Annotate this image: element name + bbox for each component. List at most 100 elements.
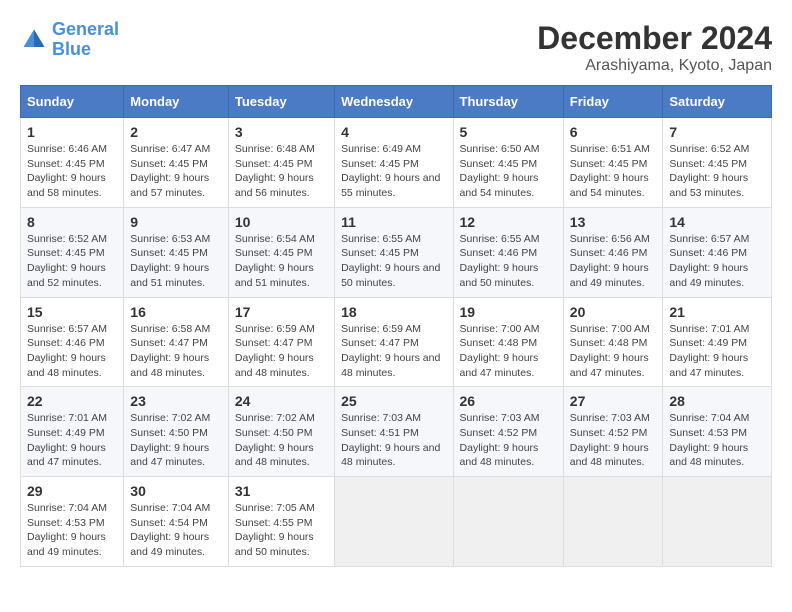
title-area: December 2024 Arashiyama, Kyoto, Japan	[537, 20, 772, 75]
calendar-cell: 21Sunrise: 7:01 AMSunset: 4:49 PMDayligh…	[663, 297, 772, 387]
day-number: 25	[341, 393, 446, 409]
day-number: 14	[669, 214, 765, 230]
calendar-cell: 25 Sunrise: 7:03 AMSunset: 4:51 PMDayligh…	[335, 387, 453, 477]
day-info: Sunrise: 7:02 AMSunset: 4:50 PMDaylight:…	[130, 411, 222, 470]
calendar-cell	[335, 477, 453, 567]
calendar-cell	[663, 477, 772, 567]
calendar-cell: 3 Sunrise: 6:48 AMSunset: 4:45 PMDaylight…	[228, 118, 334, 208]
logo-icon	[20, 26, 48, 54]
calendar-week-row: 15 Sunrise: 6:57 AMSunset: 4:46 PMDayligh…	[21, 297, 772, 387]
calendar-header-row: SundayMondayTuesdayWednesdayThursdayFrid…	[21, 86, 772, 118]
day-number: 2	[130, 124, 222, 140]
calendar-cell: 20 Sunrise: 7:00 AMSunset: 4:48 PMDayligh…	[563, 297, 663, 387]
header-monday: Monday	[124, 86, 229, 118]
day-number: 24	[235, 393, 328, 409]
day-number: 5	[460, 124, 557, 140]
day-number: 11	[341, 214, 446, 230]
day-number: 18	[341, 304, 446, 320]
calendar-cell: 11 Sunrise: 6:55 AMSunset: 4:45 PMDayligh…	[335, 207, 453, 297]
day-number: 7	[669, 124, 765, 140]
page-header: General Blue December 2024 Arashiyama, K…	[20, 20, 772, 75]
calendar-cell: 8 Sunrise: 6:52 AMSunset: 4:45 PMDaylight…	[21, 207, 124, 297]
day-info: Sunrise: 7:05 AMSunset: 4:55 PMDaylight:…	[235, 501, 328, 560]
calendar-cell: 18 Sunrise: 6:59 AMSunset: 4:47 PMDayligh…	[335, 297, 453, 387]
day-number: 19	[460, 304, 557, 320]
day-number: 6	[570, 124, 657, 140]
calendar-cell: 5 Sunrise: 6:50 AMSunset: 4:45 PMDaylight…	[453, 118, 563, 208]
day-info: Sunrise: 7:00 AMSunset: 4:48 PMDaylight:…	[570, 322, 657, 381]
day-info: Sunrise: 6:51 AMSunset: 4:45 PMDaylight:…	[570, 142, 657, 201]
day-number: 3	[235, 124, 328, 140]
calendar-cell	[453, 477, 563, 567]
day-info: Sunrise: 7:04 AMSunset: 4:53 PMDaylight:…	[27, 501, 117, 560]
logo-line1: General	[52, 19, 119, 39]
calendar-cell: 23 Sunrise: 7:02 AMSunset: 4:50 PMDayligh…	[124, 387, 229, 477]
calendar-cell: 24 Sunrise: 7:02 AMSunset: 4:50 PMDayligh…	[228, 387, 334, 477]
calendar-cell: 30Sunrise: 7:04 AMSunset: 4:54 PMDayligh…	[124, 477, 229, 567]
day-number: 17	[235, 304, 328, 320]
day-info: Sunrise: 6:58 AMSunset: 4:47 PMDaylight:…	[130, 322, 222, 381]
calendar-cell	[563, 477, 663, 567]
calendar-cell: 1Sunrise: 6:46 AMSunset: 4:45 PMDaylight…	[21, 118, 124, 208]
header-wednesday: Wednesday	[335, 86, 453, 118]
day-number: 8	[27, 214, 117, 230]
day-number: 15	[27, 304, 117, 320]
calendar-cell: 4Sunrise: 6:49 AMSunset: 4:45 PMDaylight…	[335, 118, 453, 208]
day-number: 10	[235, 214, 328, 230]
calendar-cell: 31 Sunrise: 7:05 AMSunset: 4:55 PMDayligh…	[228, 477, 334, 567]
day-info: Sunrise: 6:53 AMSunset: 4:45 PMDaylight:…	[130, 232, 222, 291]
day-number: 28	[669, 393, 765, 409]
calendar-week-row: 22Sunrise: 7:01 AMSunset: 4:49 PMDayligh…	[21, 387, 772, 477]
calendar-week-row: 1Sunrise: 6:46 AMSunset: 4:45 PMDaylight…	[21, 118, 772, 208]
day-info: Sunrise: 6:55 AMSunset: 4:45 PMDaylight:…	[341, 232, 446, 291]
day-info: Sunrise: 6:50 AMSunset: 4:45 PMDaylight:…	[460, 142, 557, 201]
calendar-week-row: 29 Sunrise: 7:04 AMSunset: 4:53 PMDayligh…	[21, 477, 772, 567]
calendar-cell: 19 Sunrise: 7:00 AMSunset: 4:48 PMDayligh…	[453, 297, 563, 387]
day-number: 9	[130, 214, 222, 230]
day-info: Sunrise: 6:59 AMSunset: 4:47 PMDaylight:…	[235, 322, 328, 381]
day-number: 26	[460, 393, 557, 409]
calendar-table: SundayMondayTuesdayWednesdayThursdayFrid…	[20, 85, 772, 567]
day-info: Sunrise: 6:52 AMSunset: 4:45 PMDaylight:…	[669, 142, 765, 201]
day-info: Sunrise: 6:59 AMSunset: 4:47 PMDaylight:…	[341, 322, 446, 381]
day-number: 30	[130, 483, 222, 499]
day-number: 20	[570, 304, 657, 320]
calendar-cell: 9 Sunrise: 6:53 AMSunset: 4:45 PMDaylight…	[124, 207, 229, 297]
calendar-cell: 15 Sunrise: 6:57 AMSunset: 4:46 PMDayligh…	[21, 297, 124, 387]
day-info: Sunrise: 7:03 AMSunset: 4:51 PMDaylight:…	[341, 411, 446, 470]
day-number: 1	[27, 124, 117, 140]
header-saturday: Saturday	[663, 86, 772, 118]
header-tuesday: Tuesday	[228, 86, 334, 118]
day-number: 4	[341, 124, 446, 140]
header-sunday: Sunday	[21, 86, 124, 118]
day-number: 29	[27, 483, 117, 499]
day-info: Sunrise: 7:03 AMSunset: 4:52 PMDaylight:…	[460, 411, 557, 470]
calendar-cell: 7 Sunrise: 6:52 AMSunset: 4:45 PMDaylight…	[663, 118, 772, 208]
calendar-cell: 27Sunrise: 7:03 AMSunset: 4:52 PMDayligh…	[563, 387, 663, 477]
day-info: Sunrise: 6:52 AMSunset: 4:45 PMDaylight:…	[27, 232, 117, 291]
day-info: Sunrise: 7:00 AMSunset: 4:48 PMDaylight:…	[460, 322, 557, 381]
calendar-cell: 2 Sunrise: 6:47 AMSunset: 4:45 PMDaylight…	[124, 118, 229, 208]
header-thursday: Thursday	[453, 86, 563, 118]
calendar-cell: 12 Sunrise: 6:55 AMSunset: 4:46 PMDayligh…	[453, 207, 563, 297]
logo: General Blue	[20, 20, 119, 60]
day-info: Sunrise: 6:55 AMSunset: 4:46 PMDaylight:…	[460, 232, 557, 291]
day-info: Sunrise: 6:54 AMSunset: 4:45 PMDaylight:…	[235, 232, 328, 291]
day-number: 16	[130, 304, 222, 320]
calendar-cell: 26 Sunrise: 7:03 AMSunset: 4:52 PMDayligh…	[453, 387, 563, 477]
day-info: Sunrise: 6:57 AMSunset: 4:46 PMDaylight:…	[27, 322, 117, 381]
day-info: Sunrise: 6:47 AMSunset: 4:45 PMDaylight:…	[130, 142, 222, 201]
calendar-cell: 6 Sunrise: 6:51 AMSunset: 4:45 PMDaylight…	[563, 118, 663, 208]
day-info: Sunrise: 7:02 AMSunset: 4:50 PMDaylight:…	[235, 411, 328, 470]
day-number: 31	[235, 483, 328, 499]
day-number: 23	[130, 393, 222, 409]
day-number: 12	[460, 214, 557, 230]
main-title: December 2024	[537, 20, 772, 57]
calendar-cell: 29 Sunrise: 7:04 AMSunset: 4:53 PMDayligh…	[21, 477, 124, 567]
day-info: Sunrise: 6:57 AMSunset: 4:46 PMDaylight:…	[669, 232, 765, 291]
calendar-cell: 14 Sunrise: 6:57 AMSunset: 4:46 PMDayligh…	[663, 207, 772, 297]
day-info: Sunrise: 7:01 AMSunset: 4:49 PMDaylight:…	[27, 411, 117, 470]
logo-line2: Blue	[52, 39, 91, 59]
day-info: Sunrise: 6:48 AMSunset: 4:45 PMDaylight:…	[235, 142, 328, 201]
day-info: Sunrise: 7:04 AMSunset: 4:53 PMDaylight:…	[669, 411, 765, 470]
